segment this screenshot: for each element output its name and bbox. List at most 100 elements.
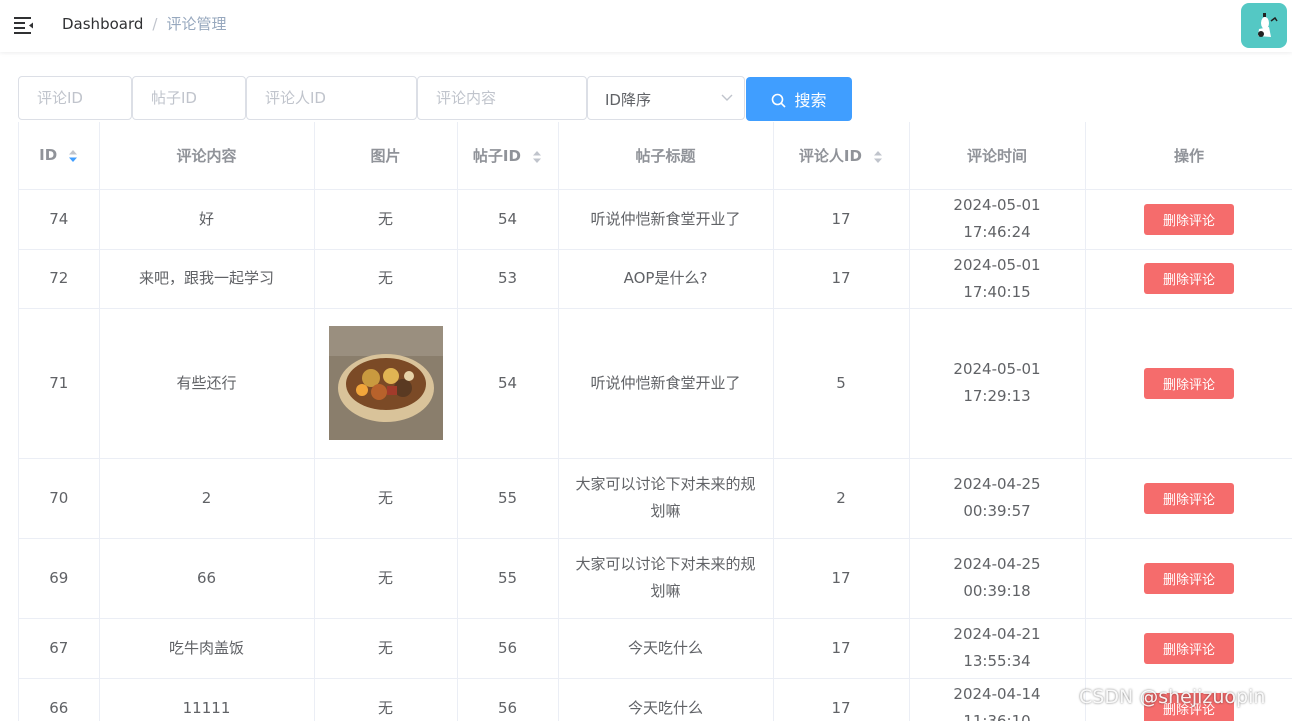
cell-content: 66 [99, 538, 315, 619]
cell-post-title: 听说仲恺新食堂开业了 [558, 308, 774, 459]
hamburger-menu-icon[interactable] [14, 16, 34, 34]
cell-actions: 删除评论 [1085, 249, 1292, 309]
cell-image: 无 [314, 189, 458, 250]
cell-content: 有些还行 [99, 308, 315, 459]
cell-commenter-id: 17 [773, 678, 910, 721]
cell-actions: 删除评论 [1085, 618, 1292, 679]
cell-image: 无 [314, 678, 458, 721]
cell-post-title: 今天吃什么 [558, 618, 774, 679]
cell-post-title: 听说仲恺新食堂开业了 [558, 189, 774, 250]
cell-time: 2024-05-01 17:46:24 [909, 189, 1086, 250]
cell-time: 2024-04-21 13:55:34 [909, 618, 1086, 679]
cell-time: 2024-04-14 11:36:10 [909, 678, 1086, 721]
delete-comment-button[interactable]: 删除评论 [1144, 482, 1234, 514]
table-row: 74 好 无 54 听说仲恺新食堂开业了 17 2024-05-01 17:46… [19, 189, 1292, 250]
cell-post-title: 大家可以讨论下对未来的规划嘛 [558, 538, 774, 619]
cell-post-title: 今天吃什么 [558, 678, 774, 721]
cell-commenter-id: 17 [773, 538, 910, 619]
breadcrumb-current: 评论管理 [166, 15, 227, 33]
cell-actions: 删除评论 [1085, 308, 1292, 459]
cell-post-title: AOP是什么? [558, 249, 774, 309]
breadcrumb-home-link[interactable]: Dashboard [62, 15, 143, 33]
cell-image: 无 [314, 458, 458, 539]
column-header-post-id[interactable]: 帖子ID [457, 122, 559, 190]
comment-photo-thumbnail[interactable] [328, 326, 443, 440]
cell-time: 2024-04-25 00:39:18 [909, 538, 1086, 619]
post-id-input[interactable] [132, 76, 246, 120]
cell-image: 无 [314, 618, 458, 679]
cell-actions: 删除评论 [1085, 458, 1292, 539]
comment-content-input[interactable] [417, 76, 587, 120]
table-row: 72 来吧，跟我一起学习 无 53 AOP是什么? 17 2024-05-01 … [19, 249, 1292, 309]
cell-id: 69 [19, 538, 100, 619]
cell-post-id: 53 [457, 249, 559, 309]
column-header-image: 图片 [314, 122, 458, 190]
cell-id: 72 [19, 249, 100, 309]
cell-actions: 删除评论 [1085, 189, 1292, 250]
cell-id: 74 [19, 189, 100, 250]
cell-id: 67 [19, 618, 100, 679]
table-row: 67 吃牛肉盖饭 无 56 今天吃什么 17 2024-04-21 13:55:… [19, 618, 1292, 679]
cell-post-id: 54 [457, 189, 559, 250]
cell-commenter-id: 2 [773, 458, 910, 539]
cell-commenter-id: 17 [773, 249, 910, 309]
cell-id: 71 [19, 308, 100, 459]
user-avatar[interactable] [1241, 3, 1287, 48]
cell-content: 吃牛肉盖饭 [99, 618, 315, 679]
table-row: 66 11111 无 56 今天吃什么 17 2024-04-14 11:36:… [19, 678, 1292, 721]
cell-post-id: 56 [457, 618, 559, 679]
column-header-content: 评论内容 [99, 122, 315, 190]
cell-time: 2024-05-01 17:40:15 [909, 249, 1086, 309]
delete-comment-button[interactable]: 删除评论 [1144, 367, 1234, 399]
comment-table: ID 评论内容 图片 帖子ID 帖子标题 评论人ID 评论时间 操作 74 好 … [18, 122, 1292, 721]
cell-post-id: 55 [457, 538, 559, 619]
cell-content: 好 [99, 189, 315, 250]
cell-image [314, 308, 458, 459]
cell-image: 无 [314, 249, 458, 309]
commenter-id-input[interactable] [246, 76, 417, 120]
cell-post-id: 56 [457, 678, 559, 721]
cell-image: 无 [314, 538, 458, 619]
delete-comment-button[interactable]: 删除评论 [1144, 203, 1234, 235]
cell-content: 来吧，跟我一起学习 [99, 249, 315, 309]
column-header-time: 评论时间 [909, 122, 1086, 190]
column-header-post-title: 帖子标题 [558, 122, 774, 190]
search-icon [772, 93, 787, 108]
cell-actions: 删除评论 [1085, 678, 1292, 721]
breadcrumb: Dashboard / 评论管理 [62, 14, 226, 34]
column-header-commenter-id[interactable]: 评论人ID [773, 122, 910, 190]
sort-order-select[interactable]: ID降序 [587, 76, 745, 120]
cell-commenter-id: 17 [773, 189, 910, 250]
cell-content: 11111 [99, 678, 315, 721]
chevron-down-icon [721, 94, 733, 101]
column-header-id[interactable]: ID [19, 122, 100, 190]
search-button-label: 搜索 [794, 91, 827, 110]
delete-comment-button[interactable]: 删除评论 [1144, 692, 1234, 721]
cell-post-title: 大家可以讨论下对未来的规划嘛 [558, 458, 774, 539]
table-row: 70 2 无 55 大家可以讨论下对未来的规划嘛 2 2024-04-25 00… [19, 458, 1292, 539]
table-row: 69 66 无 55 大家可以讨论下对未来的规划嘛 17 2024-04-25 … [19, 538, 1292, 619]
cell-commenter-id: 5 [773, 308, 910, 459]
cell-actions: 删除评论 [1085, 538, 1292, 619]
table-header-row: ID 评论内容 图片 帖子ID 帖子标题 评论人ID 评论时间 操作 [19, 122, 1292, 190]
cell-content: 2 [99, 458, 315, 539]
sort-caret-icon[interactable] [873, 150, 883, 164]
sort-caret-icon[interactable] [68, 149, 78, 163]
top-navbar: Dashboard / 评论管理 [0, 0, 1292, 52]
column-header-actions: 操作 [1085, 122, 1292, 190]
breadcrumb-separator: / [152, 15, 158, 33]
sort-caret-icon[interactable] [532, 150, 542, 164]
search-button[interactable]: 搜索 [746, 77, 852, 121]
cell-post-id: 54 [457, 308, 559, 459]
cell-commenter-id: 17 [773, 618, 910, 679]
comment-id-input[interactable] [18, 76, 132, 120]
cell-time: 2024-05-01 17:29:13 [909, 308, 1086, 459]
delete-comment-button[interactable]: 删除评论 [1144, 562, 1234, 594]
delete-comment-button[interactable]: 删除评论 [1144, 632, 1234, 664]
cell-post-id: 55 [457, 458, 559, 539]
cell-id: 70 [19, 458, 100, 539]
sort-order-value: ID降序 [605, 91, 651, 109]
delete-comment-button[interactable]: 删除评论 [1144, 263, 1234, 294]
cell-id: 66 [19, 678, 100, 721]
avatar-figure-icon [1258, 13, 1278, 37]
